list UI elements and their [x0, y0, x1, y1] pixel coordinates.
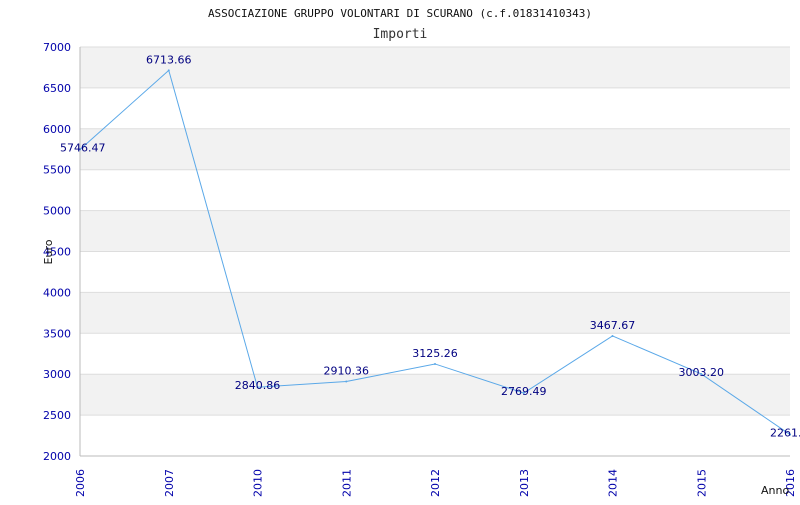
data-label: 2261.7: [770, 427, 800, 440]
y-tick-label: 2500: [43, 409, 71, 422]
y-tick-label: 2000: [43, 450, 71, 463]
y-tick-label: 3000: [43, 368, 71, 381]
chart: 2000 2500 3000 3500 4000 4500 5000 5500 6000 6500…: [0, 0, 800, 500]
data-label: 2910.36: [324, 365, 370, 378]
data-label: 5746.47: [60, 142, 106, 155]
x-axis-title: Anno: [761, 484, 789, 497]
data-label: 6713.66: [146, 53, 192, 66]
y-tick-label: 6000: [43, 123, 71, 136]
grid-band: [80, 374, 790, 416]
x-tick-label: 2010: [252, 469, 265, 497]
data-label: 3125.26: [412, 347, 458, 360]
chart-title: ASSOCIAZIONE GRUPPO VOLONTARI DI SCURANO…: [208, 7, 592, 20]
grid-band: [80, 210, 790, 252]
data-label: 3467.67: [590, 319, 636, 332]
y-tick-label: 5000: [43, 205, 71, 218]
y-tick-label: 3500: [43, 327, 71, 340]
x-tick-label: 2015: [695, 469, 708, 497]
data-point: [167, 69, 170, 72]
data-point: [611, 334, 614, 337]
x-tick-label: 2013: [518, 469, 531, 497]
y-tick-label: 4000: [43, 286, 71, 299]
y-tick-label: 7000: [43, 41, 71, 54]
x-tick-label: 2006: [74, 469, 87, 497]
y-tick-label: 5500: [43, 164, 71, 177]
x-tick-label: 2011: [340, 469, 353, 497]
line-chart: 2000250030003500400045005000550060006500…: [42, 7, 800, 497]
x-tick-label: 2014: [607, 469, 620, 497]
data-point: [345, 380, 348, 383]
grid-band: [80, 292, 790, 334]
chart-subtitle: Importi: [373, 27, 428, 42]
data-point: [434, 362, 436, 365]
x-tick-label: 2007: [163, 469, 176, 497]
data-label: 2769.49: [501, 385, 547, 398]
data-label: 3003.20: [679, 366, 725, 379]
y-tick-label: 6500: [43, 82, 71, 95]
y-axis-title: Euro: [42, 239, 55, 264]
data-label: 2840.86: [235, 379, 281, 392]
x-tick-label: 2012: [429, 469, 442, 497]
